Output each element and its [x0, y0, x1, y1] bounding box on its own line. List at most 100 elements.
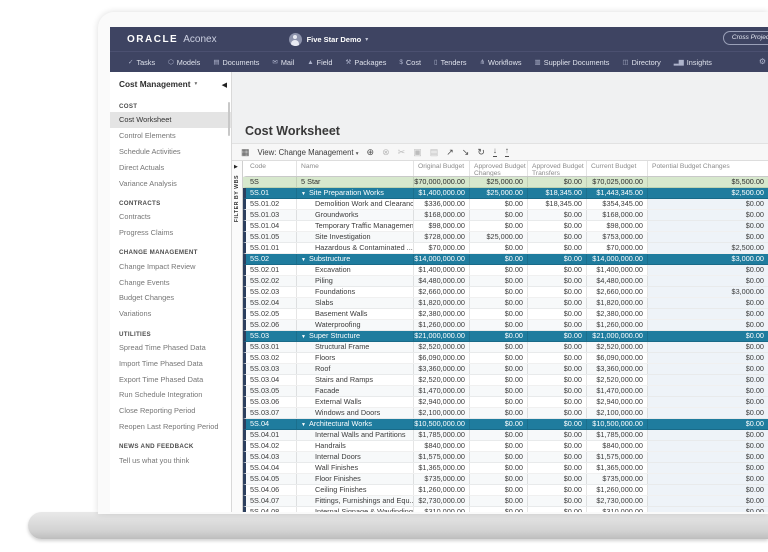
project-selector[interactable]: Five Star Demo ▾ — [288, 32, 368, 46]
table-row[interactable]: 5S.01 ▼ Site Preparation Works $1,400,000… — [243, 188, 768, 199]
column-header-approved-budget-changes[interactable]: Approved Budget Changes — [470, 161, 528, 176]
sidebar-item-control-elements[interactable]: Control Elements — [110, 128, 231, 144]
code-cell: 5S.04.07 — [246, 496, 297, 506]
sidebar-item-budget-changes[interactable]: Budget Changes — [110, 290, 231, 306]
view-selector[interactable]: View: Change Management ▾ — [258, 148, 359, 157]
sidebar-item-direct-actuals[interactable]: Direct Actuals — [110, 159, 231, 175]
potential-budget-changes-cell: $0.00 — [648, 474, 768, 484]
table-row[interactable]: 5S.03.04 Stairs and Ramps $2,520,000.00 … — [243, 375, 768, 386]
section-heading: UTILITIES — [119, 330, 151, 338]
table-row[interactable]: 5S.02.05 Basement Walls $2,380,000.00 $0… — [243, 309, 768, 320]
cross-project-button[interactable]: Cross Project Re — [722, 31, 768, 45]
refresh-icon[interactable]: ↻ — [477, 147, 485, 157]
nav-item-tenders[interactable]: ▯ Tenders — [434, 58, 467, 67]
original-budget-cell: $1,365,000.00 — [414, 463, 470, 473]
sidebar-item-cost-worksheet[interactable]: Cost Worksheet — [110, 112, 231, 128]
gear-icon[interactable]: ⚙ — [759, 57, 766, 66]
nav-item-cost[interactable]: $ Cost — [399, 58, 421, 67]
sidebar-item-tell-us-what-you-think[interactable]: Tell us what you think — [110, 452, 231, 468]
sidebar-item-variations[interactable]: Variations — [110, 306, 231, 322]
nav-item-mail[interactable]: ✉ Mail — [272, 58, 294, 67]
collapse-all-icon[interactable]: ↘ — [462, 147, 470, 157]
table-row[interactable]: 5S.03.03 Roof $3,360,000.00 $0.00 $0.00 … — [243, 364, 768, 375]
sidebar-item-change-events[interactable]: Change Events — [110, 274, 231, 290]
table-row[interactable]: 5S 5 Star $70,000,000.00 $25,000.00 $0.0… — [243, 177, 768, 188]
table-row[interactable]: 5S.01.03 Groundworks $168,000.00 $0.00 $… — [243, 210, 768, 221]
filter-by-wbs-tab[interactable]: ▶ FILTER BY WBS — [232, 161, 243, 512]
approved-budget-changes-cell: $0.00 — [470, 353, 528, 363]
sidebar-item-progress-claims[interactable]: Progress Claims — [110, 225, 231, 241]
copy-icon: ▣ — [413, 146, 422, 157]
nav-item-directory[interactable]: ◫ Directory — [622, 58, 660, 67]
original-budget-cell: $1,470,000.00 — [414, 386, 470, 396]
table-row[interactable]: 5S.01.01 Hazardous & Contaminated ... $7… — [243, 243, 768, 254]
nav-item-workflows[interactable]: ⋔ Workflows — [480, 58, 522, 67]
sidebar-item-reopen-last-reporting-period[interactable]: Reopen Last Reporting Period — [110, 419, 231, 435]
original-budget-cell: $2,520,000.00 — [414, 375, 470, 385]
expand-all-icon[interactable]: ↗ — [446, 147, 454, 157]
table-row[interactable]: 5S.04.02 Handrails $840,000.00 $0.00 $0.… — [243, 441, 768, 452]
table-row[interactable]: 5S.04.05 Floor Finishes $735,000.00 $0.0… — [243, 474, 768, 485]
table-row[interactable]: 5S.03.06 External Walls $2,940,000.00 $0… — [243, 397, 768, 408]
table-row[interactable]: 5S.04.07 Fittings, Furnishings and Equ..… — [243, 496, 768, 507]
table-row[interactable]: 5S.01.05 Site Investigation $728,000.00 … — [243, 232, 768, 243]
current-budget-cell: $1,470,000.00 — [587, 386, 648, 396]
grid-view-icon[interactable]: ▦ — [241, 147, 250, 158]
sidebar-item-export-time-phased-data[interactable]: Export Time Phased Data — [110, 371, 231, 387]
table-row[interactable]: 5S.02.01 Excavation $1,400,000.00 $0.00 … — [243, 265, 768, 276]
download-icon[interactable]: ↓ — [492, 147, 497, 157]
table-row[interactable]: 5S.04.06 Ceiling Finishes $1,260,000.00 … — [243, 485, 768, 496]
sidebar-header[interactable]: Cost Management ▾ — [110, 72, 231, 94]
sidebar-item-import-time-phased-data[interactable]: Import Time Phased Data — [110, 355, 231, 371]
table-row[interactable]: 5S.02 ▼ Substructure $14,000,000.00 $0.00… — [243, 254, 768, 265]
collapse-panel-icon[interactable]: ◀ — [222, 81, 227, 89]
table-row[interactable]: 5S.03.07 Windows and Doors $2,100,000.00… — [243, 408, 768, 419]
table-row[interactable]: 5S.04.04 Wall Finishes $1,365,000.00 $0.… — [243, 463, 768, 474]
nav-item-tasks[interactable]: ✓ Tasks — [128, 58, 155, 67]
nav-item-supplier-documents[interactable]: ▥ Supplier Documents — [535, 58, 610, 67]
table-row[interactable]: 5S.01.02 Demolition Work and Clearance $… — [243, 199, 768, 210]
sidebar-scrollbar[interactable] — [228, 102, 230, 136]
sidebar-item-spread-time-phased-data[interactable]: Spread Time Phased Data — [110, 340, 231, 356]
table-row[interactable]: 5S.02.04 Slabs $1,820,000.00 $0.00 $0.00… — [243, 298, 768, 309]
table-row[interactable]: 5S.02.06 Waterproofing $1,260,000.00 $0.… — [243, 320, 768, 331]
nav-item-models[interactable]: ⬡ Models — [168, 58, 200, 67]
sidebar-item-close-reporting-period[interactable]: Close Reporting Period — [110, 403, 231, 419]
table-row[interactable]: 5S.04.01 Internal Walls and Partitions $… — [243, 430, 768, 441]
table-row[interactable]: 5S.02.02 Piling $4,480,000.00 $0.00 $0.0… — [243, 276, 768, 287]
nav-item-documents[interactable]: ▤ Documents — [213, 58, 259, 67]
approved-budget-transfers-cell: $0.00 — [528, 463, 587, 473]
code-cell: 5S.02.03 — [246, 287, 297, 297]
column-header-name[interactable]: Name — [297, 161, 414, 176]
table-row[interactable]: 5S.03.02 Floors $6,090,000.00 $0.00 $0.0… — [243, 353, 768, 364]
app-window: ORACLE Aconex Five Star Demo ▾ Cross Pro… — [110, 27, 768, 512]
sidebar-item-contracts[interactable]: Contracts — [110, 209, 231, 225]
sidebar-item-variance-analysis[interactable]: Variance Analysis — [110, 175, 231, 191]
nav-item-insights[interactable]: ▂▆ Insights — [674, 58, 712, 67]
table-row[interactable]: 5S.03.05 Facade $1,470,000.00 $0.00 $0.0… — [243, 386, 768, 397]
sidebar-item-schedule-activities[interactable]: Schedule Activities — [110, 144, 231, 160]
current-budget-cell: $1,400,000.00 — [587, 265, 648, 275]
column-header-current-budget[interactable]: Current Budget — [587, 161, 648, 176]
current-budget-cell: $2,520,000.00 — [587, 375, 648, 385]
code-cell: 5S.04.03 — [246, 452, 297, 462]
column-header-original-budget[interactable]: Original Budget — [414, 161, 470, 176]
column-header-code[interactable]: Code — [246, 161, 297, 176]
nav-item-field[interactable]: ▲ Field — [307, 58, 332, 67]
upload-icon[interactable]: ↑ — [504, 147, 509, 157]
current-budget-cell: $2,730,000.00 — [587, 496, 648, 506]
sidebar-item-run-schedule-integration[interactable]: Run Schedule Integration — [110, 387, 231, 403]
table-row[interactable]: 5S.04.08 Internal Signage & Wayfinding $… — [243, 507, 768, 512]
column-header-approved-budget-transfers[interactable]: Approved Budget Transfers — [528, 161, 587, 176]
table-row[interactable]: 5S.01.04 Temporary Traffic Management $9… — [243, 221, 768, 232]
add-icon[interactable]: ⊕ — [367, 147, 375, 157]
table-row[interactable]: 5S.03 ▼ Super Structure $21,000,000.00 $0… — [243, 331, 768, 342]
table-row[interactable]: 5S.04 ▼ Architectural Works $10,500,000.0… — [243, 419, 768, 430]
table-row[interactable]: 5S.03.01 Structural Frame $2,520,000.00 … — [243, 342, 768, 353]
sidebar-item-change-impact-review[interactable]: Change Impact Review — [110, 258, 231, 274]
table-row[interactable]: 5S.04.03 Internal Doors $1,575,000.00 $0… — [243, 452, 768, 463]
table-row[interactable]: 5S.02.03 Foundations $2,660,000.00 $0.00… — [243, 287, 768, 298]
name-cell: Basement Walls — [297, 309, 414, 319]
column-header-potential-budget-changes[interactable]: Potential Budget Changes — [648, 161, 768, 176]
nav-item-packages[interactable]: ⚒ Packages — [346, 58, 387, 67]
